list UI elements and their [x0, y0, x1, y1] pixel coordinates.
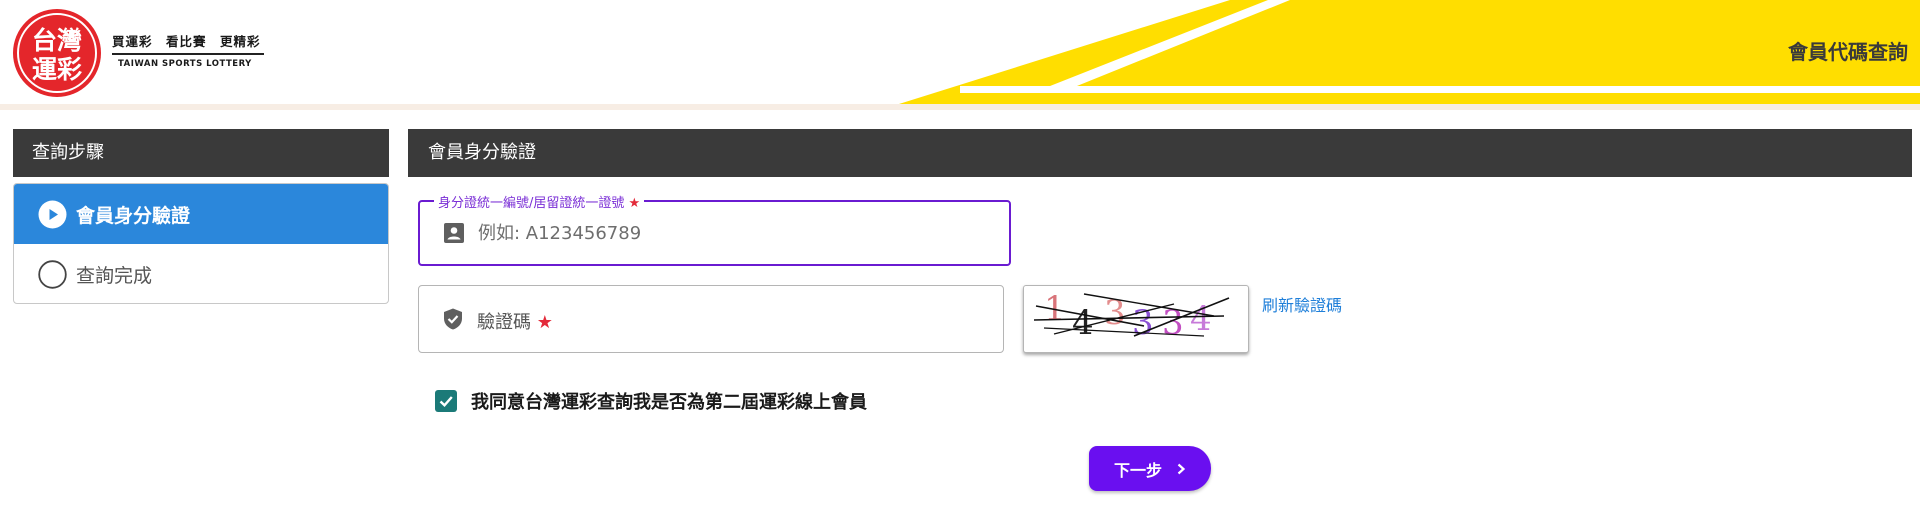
agree-checkbox-row[interactable]: 我同意台灣運彩查詢我是否為第二屆運彩線上會員	[435, 388, 867, 414]
svg-text:台灣: 台灣	[32, 26, 82, 55]
site-header: 台灣 運彩 買運彩 看比賽 更精彩 TAIWAN SPORTS LOTTERY …	[0, 0, 1920, 110]
step-query-complete: 查詢完成	[14, 244, 388, 303]
checkmark-icon	[439, 396, 453, 408]
taiwan-sports-lottery-logo: 台灣 運彩	[13, 9, 101, 97]
slogan-divider	[112, 53, 264, 55]
step-label: 會員身分驗證	[76, 204, 191, 227]
captcha-digit: 4	[1072, 303, 1094, 343]
next-button-label: 下一步	[1113, 460, 1162, 480]
id-field-label: 身分證統一編號/居留證統一證號 ★	[434, 192, 645, 211]
next-step-button[interactable]: 下一步	[1089, 446, 1211, 491]
id-card-icon	[442, 221, 466, 245]
captcha-digit: 3	[1132, 303, 1154, 343]
shield-check-icon	[441, 307, 465, 331]
captcha-image: 1 4 3 3 3 4	[1023, 285, 1249, 353]
refresh-captcha-link[interactable]: 刷新驗證碼	[1262, 292, 1342, 316]
captcha-field-label: 驗證碼 ★	[477, 312, 553, 333]
slogan-english: TAIWAN SPORTS LOTTERY	[118, 58, 252, 69]
step-member-verification: 會員身分驗證	[14, 184, 388, 244]
chevron-right-icon	[1176, 463, 1186, 475]
agree-text: 我同意台灣運彩查詢我是否為第二屆運彩線上會員	[471, 392, 867, 413]
steps-list: 會員身分驗證 查詢完成	[13, 183, 389, 304]
main-panel-title: 會員身分驗證	[408, 129, 1912, 177]
play-circle-icon	[38, 200, 67, 229]
steps-panel-title: 查詢步驟	[13, 129, 389, 177]
id-number-input[interactable]	[478, 223, 978, 244]
empty-circle-icon	[38, 259, 67, 289]
brand-slogan: 買運彩 看比賽 更精彩 TAIWAN SPORTS LOTTERY	[112, 31, 267, 69]
page-title: 會員代碼查詢	[1788, 40, 1908, 64]
id-number-field[interactable]: 身分證統一編號/居留證統一證號 ★	[418, 192, 1011, 266]
agree-checkbox[interactable]	[435, 390, 457, 412]
header-yellow-stripes	[0, 0, 1920, 110]
captcha-digit: 4	[1190, 299, 1212, 339]
required-star-icon: ★	[628, 196, 641, 211]
captcha-field[interactable]: 驗證碼 ★	[418, 285, 1004, 353]
step-label: 查詢完成	[76, 264, 153, 287]
slogan-chinese: 買運彩 看比賽 更精彩	[112, 34, 261, 49]
required-star-icon: ★	[536, 312, 553, 333]
svg-text:運彩: 運彩	[32, 55, 82, 84]
